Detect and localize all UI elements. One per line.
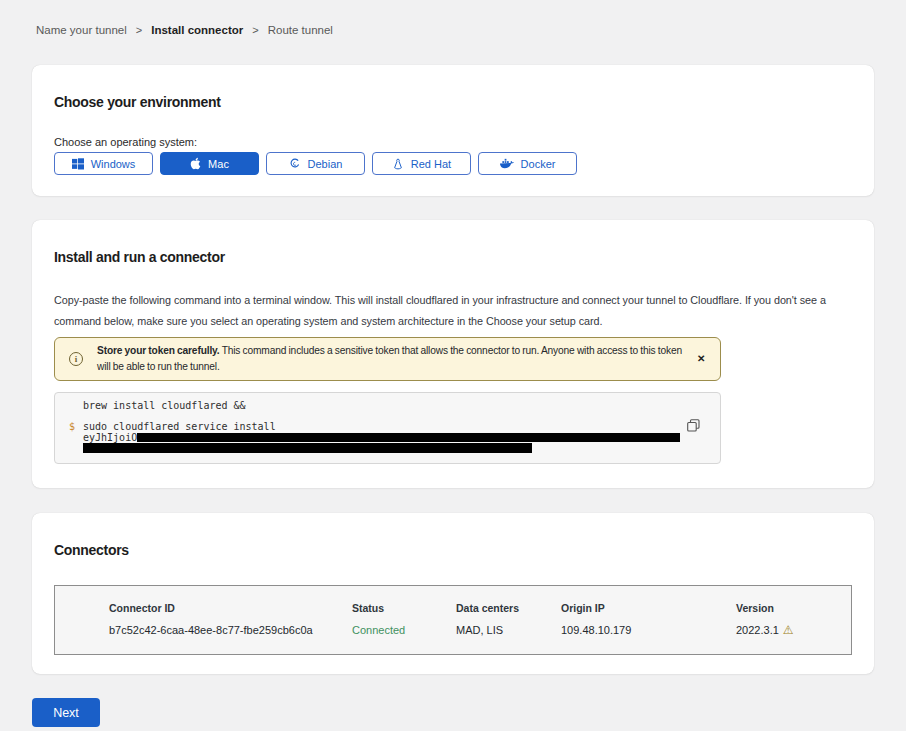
command-code-block: brew install cloudflared && $ sudo cloud… bbox=[54, 392, 721, 464]
os-label: Choose an operating system: bbox=[54, 135, 852, 149]
table-header-row: Connector ID Status Data centers Origin … bbox=[109, 600, 851, 616]
connector-id-value: b7c52c42-6caa-48ee-8c77-fbe259cb6c0a bbox=[109, 622, 352, 638]
os-button-label: Red Hat bbox=[411, 158, 451, 170]
install-description: Copy-paste the following command into a … bbox=[54, 290, 852, 332]
os-button-windows[interactable]: Windows bbox=[54, 152, 153, 175]
connectors-table: Connector ID Status Data centers Origin … bbox=[54, 585, 852, 655]
os-button-redhat[interactable]: Red Hat bbox=[372, 152, 471, 175]
redacted-token-bar bbox=[137, 433, 680, 442]
token-warning-banner: i Store your token carefully. This comma… bbox=[54, 337, 721, 381]
os-button-debian[interactable]: Debian bbox=[266, 152, 365, 175]
os-button-label: Mac bbox=[208, 158, 229, 170]
status-badge: Connected bbox=[352, 622, 456, 638]
os-button-label: Windows bbox=[91, 158, 136, 170]
col-origin-ip: Origin IP bbox=[561, 600, 736, 616]
shell-prompt: $ bbox=[69, 422, 83, 453]
connectors-card-title: Connectors bbox=[54, 542, 852, 559]
debian-logo-icon bbox=[289, 158, 301, 170]
breadcrumb: Name your tunnel > Install connector > R… bbox=[0, 0, 906, 36]
choose-environment-card: Choose your environment Choose an operat… bbox=[32, 65, 874, 196]
next-button[interactable]: Next bbox=[32, 698, 100, 727]
breadcrumb-separator: > bbox=[252, 24, 258, 36]
version-warning-icon: ⚠ bbox=[783, 623, 794, 637]
breadcrumb-separator: > bbox=[136, 24, 142, 36]
col-data-centers: Data centers bbox=[456, 600, 561, 616]
docker-logo-icon bbox=[500, 158, 514, 169]
install-card-title: Install and run a connector bbox=[54, 249, 852, 266]
col-version: Version bbox=[736, 600, 851, 616]
redhat-logo-icon bbox=[392, 158, 404, 170]
col-status: Status bbox=[352, 600, 456, 616]
breadcrumb-install-connector[interactable]: Install connector bbox=[151, 24, 243, 36]
install-connector-card: Install and run a connector Copy-paste t… bbox=[32, 220, 874, 488]
os-button-docker[interactable]: Docker bbox=[478, 152, 577, 175]
info-icon: i bbox=[69, 352, 83, 366]
table-row: b7c52c42-6caa-48ee-8c77-fbe259cb6c0a Con… bbox=[109, 622, 851, 638]
os-button-label: Debian bbox=[308, 158, 343, 170]
breadcrumb-route-tunnel[interactable]: Route tunnel bbox=[268, 24, 333, 36]
breadcrumb-name-your-tunnel[interactable]: Name your tunnel bbox=[36, 24, 127, 36]
close-icon[interactable]: ✕ bbox=[694, 352, 708, 366]
origin-ip-value: 109.48.10.179 bbox=[561, 622, 736, 638]
col-connector-id: Connector ID bbox=[109, 600, 352, 616]
version-value: 2022.3.1⚠ bbox=[736, 622, 851, 638]
data-centers-value: MAD, LIS bbox=[456, 622, 561, 638]
os-button-label: Docker bbox=[521, 158, 556, 170]
redacted-token-bar bbox=[83, 443, 532, 453]
command-line-1: brew install cloudflared && bbox=[69, 401, 706, 411]
apple-logo-icon bbox=[190, 157, 201, 170]
connectors-card: Connectors Connector ID Status Data cent… bbox=[32, 513, 874, 674]
os-button-mac[interactable]: Mac bbox=[160, 152, 259, 175]
warning-title: Store your token carefully. bbox=[97, 345, 220, 356]
command-line-2: sudo cloudflared service install bbox=[83, 422, 680, 432]
windows-logo-icon bbox=[72, 158, 84, 170]
os-button-row: Windows Mac Debian Red Hat Docker bbox=[54, 152, 852, 175]
page: Name your tunnel > Install connector > R… bbox=[0, 0, 906, 731]
copy-icon[interactable] bbox=[687, 419, 700, 432]
environment-card-title: Choose your environment bbox=[54, 94, 852, 111]
